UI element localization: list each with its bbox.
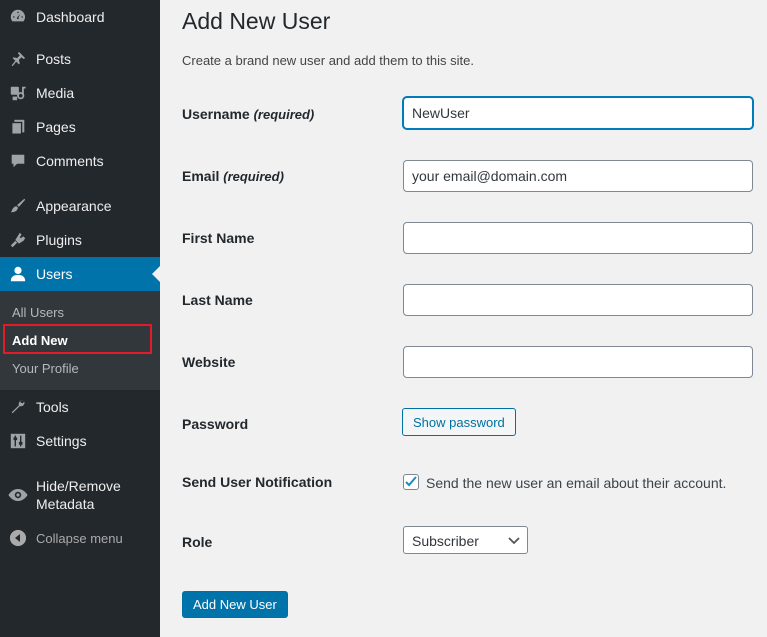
website-label: Website xyxy=(182,354,236,370)
show-password-button[interactable]: Show password xyxy=(402,408,516,436)
page-title: Add New User xyxy=(182,8,331,34)
username-label: Username (required) xyxy=(182,106,314,122)
username-input[interactable] xyxy=(403,97,753,129)
last-name-label: Last Name xyxy=(182,292,253,308)
page-description: Create a brand new user and add them to … xyxy=(182,53,474,68)
menu-label: Settings xyxy=(36,433,87,449)
pages-icon xyxy=(8,117,28,137)
role-select-value: Subscriber xyxy=(412,533,479,549)
required-note: (required) xyxy=(223,169,284,184)
menu-label: Hide/Remove xyxy=(36,478,121,494)
user-icon xyxy=(8,264,28,284)
menu-comments[interactable]: Comments xyxy=(0,144,160,178)
menu-label: Media xyxy=(36,85,75,101)
notification-checkbox[interactable] xyxy=(403,474,419,490)
menu-posts[interactable]: Posts xyxy=(0,42,160,76)
field-label: Username xyxy=(182,106,250,122)
checkmark-icon xyxy=(405,476,417,487)
last-name-input[interactable] xyxy=(403,284,753,316)
menu-label: Comments xyxy=(36,153,104,169)
plug-icon xyxy=(8,230,28,250)
main-content: Add New User Create a brand new user and… xyxy=(160,0,767,637)
menu-label: Posts xyxy=(36,51,72,67)
menu-label: Collapse menu xyxy=(36,530,123,546)
submenu-label: Your Profile xyxy=(12,360,79,376)
password-label: Password xyxy=(182,416,249,432)
wrench-icon xyxy=(8,397,28,417)
notification-label: Send User Notification xyxy=(182,474,333,490)
menu-hide-remove-metadata[interactable]: Hide/Remove Metadata xyxy=(0,471,160,519)
menu-tools[interactable]: Tools xyxy=(0,390,160,424)
menu-label: Tools xyxy=(36,399,69,415)
menu-plugins[interactable]: Plugins xyxy=(0,223,160,257)
menu-label: Users xyxy=(36,266,73,282)
menu-label: Plugins xyxy=(36,232,82,248)
required-note: (required) xyxy=(253,107,315,122)
menu-label: Pages xyxy=(36,119,76,135)
dashboard-icon xyxy=(8,7,28,27)
website-input[interactable] xyxy=(403,346,753,378)
menu-appearance[interactable]: Appearance xyxy=(0,189,160,223)
collapse-arrow-icon xyxy=(10,530,26,546)
submenu-your-profile[interactable]: Your Profile xyxy=(0,354,160,382)
role-select[interactable]: Subscriber xyxy=(403,526,528,554)
menu-label: Appearance xyxy=(36,198,112,214)
menu-pages[interactable]: Pages xyxy=(0,110,160,144)
submenu-label: All Users xyxy=(12,304,65,320)
collapse-menu-button[interactable]: Collapse menu xyxy=(0,521,160,555)
media-icon xyxy=(8,83,28,103)
menu-settings[interactable]: Settings xyxy=(0,424,160,458)
menu-label-block: Hide/Remove Metadata xyxy=(36,477,121,513)
paintbrush-icon xyxy=(8,196,28,216)
eye-icon xyxy=(8,485,28,505)
notification-text: Send the new user an email about their a… xyxy=(426,475,727,491)
menu-media[interactable]: Media xyxy=(0,76,160,110)
comment-icon xyxy=(8,151,28,171)
add-new-user-button[interactable]: Add New User xyxy=(182,591,288,618)
first-name-label: First Name xyxy=(182,230,255,246)
settings-sliders-icon xyxy=(8,431,28,451)
field-label: Email xyxy=(182,168,220,184)
submenu-all-users[interactable]: All Users xyxy=(0,298,160,326)
menu-label-line2: Metadata xyxy=(36,496,95,512)
menu-label: Dashboard xyxy=(36,9,105,25)
email-label: Email (required) xyxy=(182,168,284,184)
menu-users[interactable]: Users xyxy=(0,257,160,291)
highlight-box xyxy=(3,324,152,354)
pushpin-icon xyxy=(8,49,28,69)
role-label: Role xyxy=(182,534,213,550)
menu-dashboard[interactable]: Dashboard xyxy=(0,0,160,34)
admin-sidebar: Dashboard Posts Media Pages Comments App… xyxy=(0,0,160,637)
first-name-input[interactable] xyxy=(403,222,753,254)
email-input[interactable] xyxy=(403,160,753,192)
chevron-down-icon xyxy=(508,537,520,545)
